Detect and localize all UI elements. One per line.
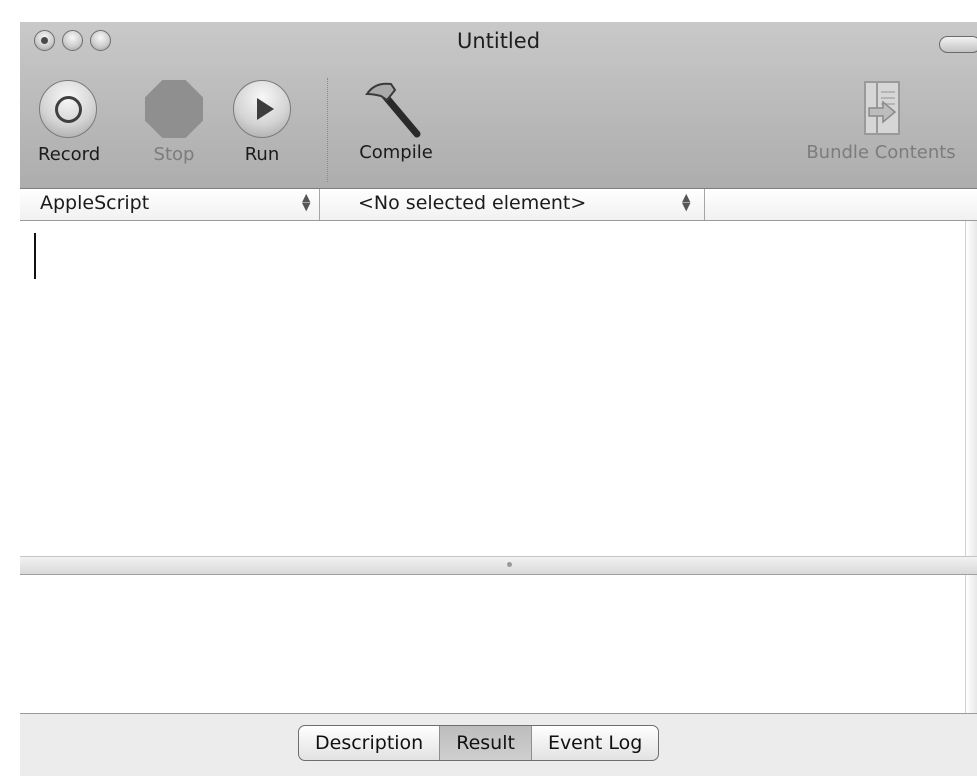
bottom-bar: Description Result Event Log xyxy=(20,713,977,776)
script-editor-window: Untitled Record Stop Run Compile Bundle … xyxy=(20,22,977,776)
tab-result[interactable]: Result xyxy=(440,726,532,760)
popup-arrows-icon: ▲ ▼ xyxy=(682,191,691,213)
split-view-divider[interactable] xyxy=(20,556,977,575)
tab-description[interactable]: Description xyxy=(299,726,441,760)
run-icon xyxy=(233,80,291,138)
editor-scrollbar[interactable] xyxy=(965,221,977,556)
toolbar-separator xyxy=(327,78,328,182)
element-popup-value: <No selected element> xyxy=(358,192,587,214)
hammer-icon xyxy=(365,82,421,138)
compile-button[interactable]: Compile xyxy=(346,78,446,163)
popup-arrows-icon: ▲ ▼ xyxy=(302,191,311,213)
result-text-area[interactable] xyxy=(20,575,965,713)
toolbar-toggle-button[interactable] xyxy=(939,36,977,53)
stop-label: Stop xyxy=(153,144,195,165)
bundle-contents-button[interactable]: Bundle Contents xyxy=(786,78,976,163)
bundle-contents-icon xyxy=(864,81,900,135)
navigation-bar: AppleScript ▲ ▼ <No selected element> ▲ ▼ xyxy=(20,189,977,221)
window-title: Untitled xyxy=(456,29,541,53)
result-scrollbar[interactable] xyxy=(965,575,977,713)
result-view-segmented-control: Description Result Event Log xyxy=(298,725,660,761)
record-button[interactable]: Record xyxy=(38,80,101,165)
compile-label: Compile xyxy=(359,142,433,163)
window-toolbar: Untitled Record Stop Run Compile Bundle … xyxy=(20,22,977,189)
record-icon xyxy=(39,80,97,138)
stop-button[interactable]: Stop xyxy=(144,80,204,165)
divider-handle-icon xyxy=(507,562,512,567)
tab-event-log[interactable]: Event Log xyxy=(532,726,658,760)
record-label: Record xyxy=(38,144,101,165)
run-label: Run xyxy=(244,144,280,165)
element-popup[interactable]: <No selected element> ▲ ▼ xyxy=(320,189,705,220)
bundle-contents-label: Bundle Contents xyxy=(806,142,956,163)
stop-icon xyxy=(145,80,203,138)
language-popup-value: AppleScript xyxy=(40,192,150,214)
script-editor-text-area[interactable] xyxy=(20,221,965,556)
text-cursor xyxy=(34,233,36,279)
language-popup[interactable]: AppleScript ▲ ▼ xyxy=(20,189,320,220)
run-button[interactable]: Run xyxy=(232,80,292,165)
